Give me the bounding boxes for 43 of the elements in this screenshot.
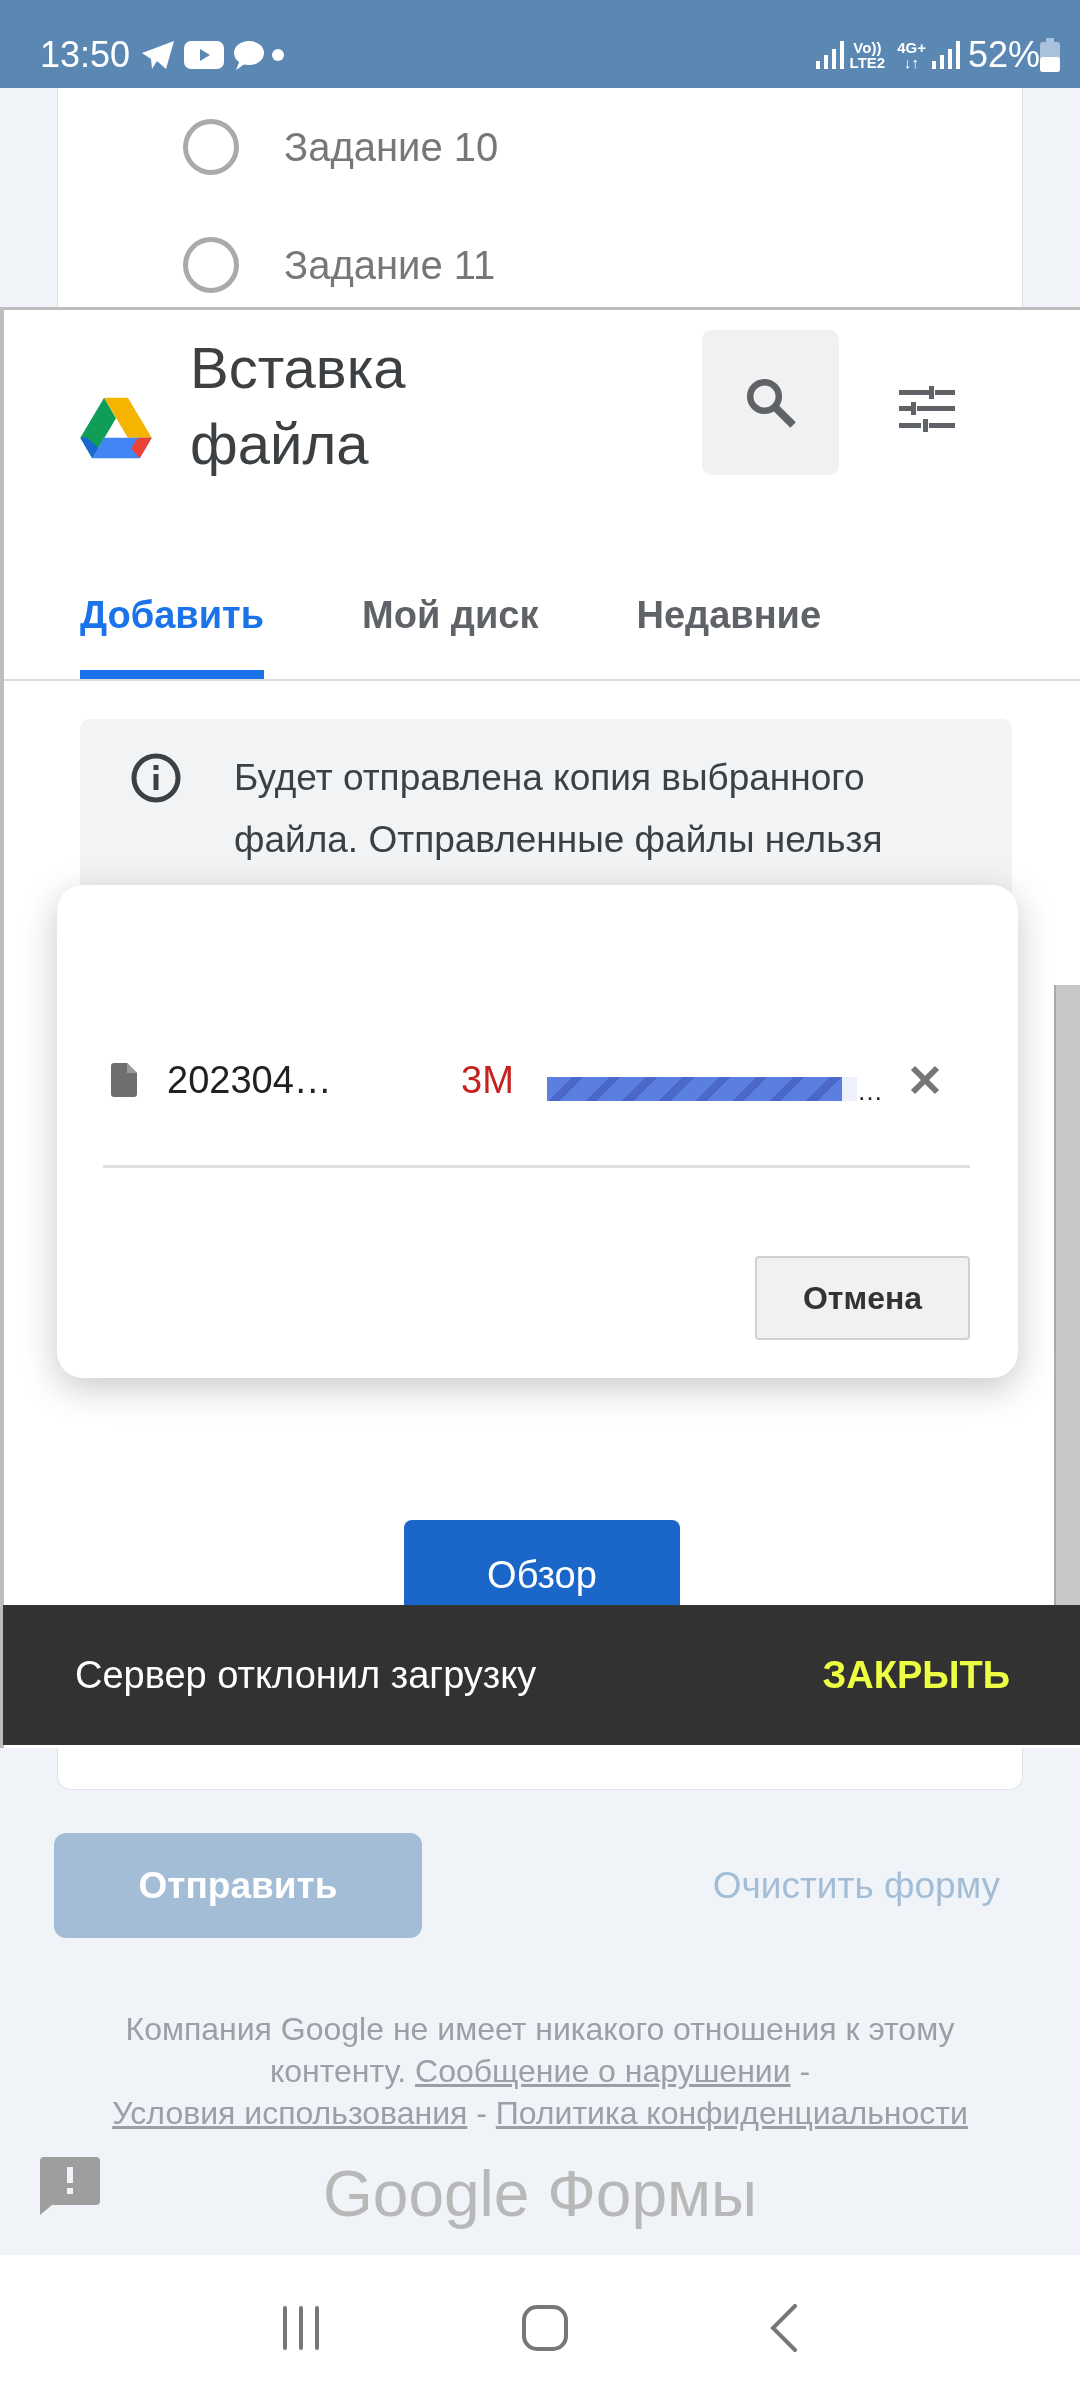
overflow-text: … xyxy=(857,1074,883,1108)
file-name: 202304… xyxy=(167,1057,333,1103)
snackbar-message: Сервер отклонил загрузку xyxy=(75,1652,537,1698)
drive-logo xyxy=(80,396,152,460)
snackbar-action[interactable]: ЗАКРЫТЬ xyxy=(822,1646,1010,1704)
footer-link[interactable]: Сообщение о нарушении xyxy=(415,2053,791,2089)
battery-icon xyxy=(1040,38,1060,72)
search-button[interactable] xyxy=(702,330,839,475)
tab[interactable]: Недавние xyxy=(636,560,822,679)
home-icon[interactable] xyxy=(522,2304,568,2351)
option-label: Задание 11 xyxy=(284,242,496,289)
footer-text: Компания Google не имеет никакого отношения к этому контенту. Сообщение о нарушении - Условия использования - Политика конфиденциальности xyxy=(111,2010,969,2133)
tab[interactable]: Мой диск xyxy=(362,560,539,679)
tab[interactable]: Добавить xyxy=(80,560,265,679)
close-icon xyxy=(910,1065,940,1095)
play-icon xyxy=(184,41,225,69)
dot-icon xyxy=(272,49,285,61)
network-label: Vo)) LTE2 xyxy=(849,40,886,70)
info-text: Будет отправлена копия выбранного файла. Отправленные файлы нельзя xyxy=(234,756,884,862)
paper-plane-icon xyxy=(140,39,177,71)
settings-sliders-icon[interactable] xyxy=(899,386,955,432)
close-button[interactable] xyxy=(910,1065,940,1095)
chat-bubble-icon xyxy=(232,40,265,70)
back-icon[interactable] xyxy=(769,2303,800,2352)
option-label: Задание 10 xyxy=(284,124,499,171)
info-icon xyxy=(130,752,182,804)
brand-name: Google Формы xyxy=(323,2157,757,2232)
feedback-icon[interactable] xyxy=(40,2157,100,2215)
network-label: 4G+ ↓↑ xyxy=(897,40,926,70)
cancel-button[interactable]: Отмена xyxy=(755,1256,970,1340)
document-icon xyxy=(111,1063,137,1097)
signal-icon xyxy=(931,41,960,69)
battery-percent: 52% xyxy=(967,33,1040,77)
signal-icon xyxy=(815,41,844,69)
status-time: 13:50 xyxy=(40,33,131,77)
file-size: 3M xyxy=(461,1057,515,1103)
dialog-title: Вставка файла xyxy=(190,334,407,478)
search-icon xyxy=(744,376,797,429)
radio-button[interactable] xyxy=(183,237,239,293)
footer-link[interactable]: Условия использования xyxy=(112,2095,468,2131)
footer-link[interactable]: Политика конфиденциальности xyxy=(495,2095,968,2131)
radio-button[interactable] xyxy=(183,119,239,175)
recent-apps-icon[interactable] xyxy=(280,2305,321,2350)
